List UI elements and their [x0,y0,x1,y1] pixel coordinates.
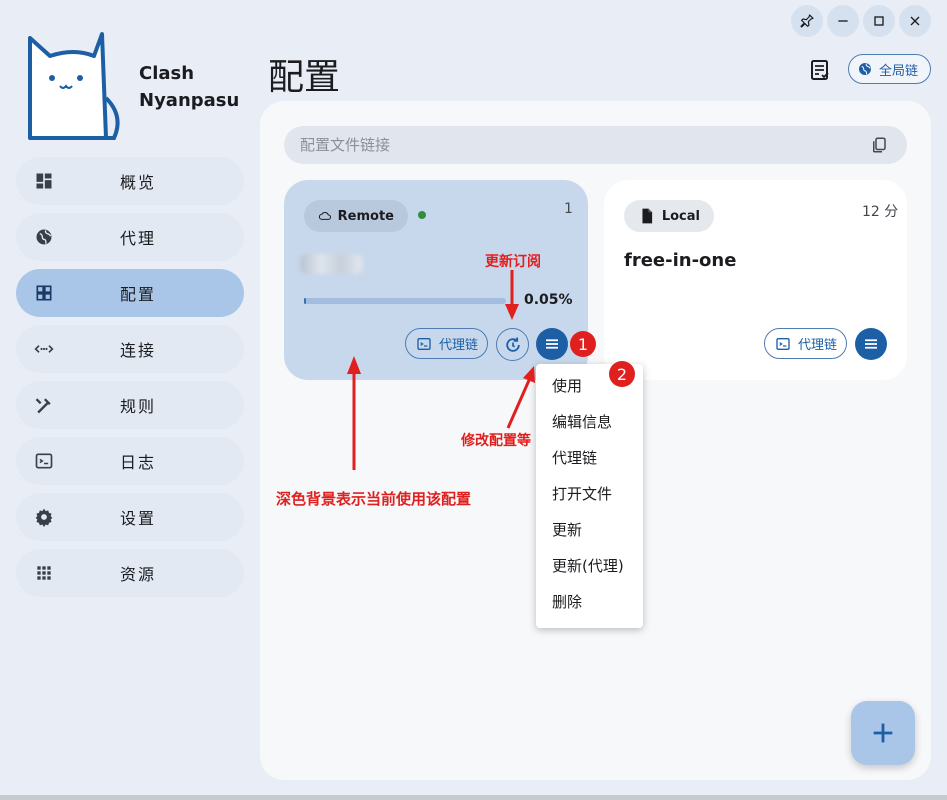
refresh-icon [505,337,520,352]
sidebar-item-label: 设置 [120,509,157,528]
sidebar-item-rules[interactable]: 规则 [16,381,244,429]
app-name: Clash Nyanpasu [139,63,240,111]
update-time: 12 分 [862,204,899,220]
annotation-badge-1: 1 [570,331,596,357]
profile-name-blurred [300,254,362,274]
update-subscription-button[interactable] [496,328,529,361]
globe-icon [859,63,871,75]
sidebar-item-connections[interactable]: 连接 [16,325,244,373]
profile-url-input[interactable] [300,136,860,154]
globe-icon [34,227,54,247]
sidebar-item-label: 日志 [120,453,157,472]
sidebar-item-overview[interactable]: 概览 [16,157,244,205]
window-bottom-edge [0,795,947,800]
sidebar-item-label: 规则 [120,397,157,416]
annotation-modify-note: 修改配置等 [461,433,531,449]
sidebar-item-resources[interactable]: 资源 [16,549,244,597]
minimize-icon [838,20,848,22]
file-icon [642,208,653,224]
profile-card-remote[interactable]: Remote 1 0.05% 代理链 [284,180,588,380]
update-time: 1 [564,201,573,217]
connection-icon [34,339,54,359]
sidebar-item-label: 连接 [120,341,157,360]
profile-menu-button[interactable] [855,328,887,360]
annotation-update-note: 更新订阅 [485,254,541,270]
proxy-chain-button[interactable]: 代理链 [405,328,488,359]
menu-item-edit-info[interactable]: 编辑信息 [536,403,643,439]
plus-icon [873,723,893,743]
profile-type-badge: Local [624,200,714,232]
gear-icon [34,507,54,527]
pin-icon [800,14,814,28]
sidebar-item-label: 资源 [120,565,157,584]
apps-icon [34,563,54,583]
sidebar-item-proxy[interactable]: 代理 [16,213,244,261]
profile-type-badge: Remote [304,200,408,232]
sidebar-item-label: 概览 [120,173,157,192]
profile-name: free-in-one [624,250,737,271]
rules-icon [34,395,54,415]
minimize-button[interactable] [827,5,859,37]
annotation-badge-2: 2 [609,361,635,387]
menu-item-open-file[interactable]: 打开文件 [536,475,643,511]
sidebar-item-label: 配置 [120,285,157,304]
dashboard-icon [34,171,54,191]
status-dot [418,211,426,219]
traffic-percent: 0.05% [524,292,573,308]
pin-button[interactable] [791,5,823,37]
global-chain-button[interactable]: 全局链 [848,54,931,84]
profile-card-local[interactable]: Local 12 分 free-in-one 代理链 [604,180,907,380]
menu-item-delete[interactable]: 删除 [536,583,643,619]
sidebar-item-logs[interactable]: 日志 [16,437,244,485]
terminal-icon [417,337,431,350]
menu-item-proxy-chain[interactable]: 代理链 [536,439,643,475]
menu-icon [546,339,558,349]
page-title: 配置 [268,57,341,98]
close-button[interactable] [899,5,931,37]
maximize-icon [874,16,884,26]
profile-context-menu: 使用 编辑信息 代理链 打开文件 更新 更新(代理) 删除 [536,364,643,628]
terminal-icon [776,337,790,350]
runtime-config-icon[interactable] [808,58,832,82]
close-icon [910,16,920,26]
profile-menu-button[interactable] [536,328,568,360]
sidebar-item-label: 代理 [120,229,157,248]
grid-icon [34,283,54,303]
terminal-icon [34,451,54,471]
sidebar-item-profiles[interactable]: 配置 [16,269,244,317]
cloud-icon [318,211,332,220]
cat-logo [28,32,120,140]
annotation-selected-note: 深色背景表示当前使用该配置 [276,490,472,508]
add-profile-button[interactable] [851,701,915,765]
traffic-progress-fill [304,298,307,304]
maximize-button[interactable] [863,5,895,37]
global-chain-label: 全局链 [879,63,919,79]
proxy-chain-button[interactable]: 代理链 [764,328,847,359]
menu-item-update[interactable]: 更新 [536,511,643,547]
traffic-progress-bar [304,298,506,304]
menu-icon [865,339,877,349]
profile-url-bar [284,126,907,164]
menu-item-update-proxy[interactable]: 更新(代理) [536,547,643,583]
paste-icon[interactable] [870,136,888,154]
sidebar-item-settings[interactable]: 设置 [16,493,244,541]
sidebar-nav: 概览 代理 配置 连接 规则 日志 设置 资源 [16,157,244,605]
